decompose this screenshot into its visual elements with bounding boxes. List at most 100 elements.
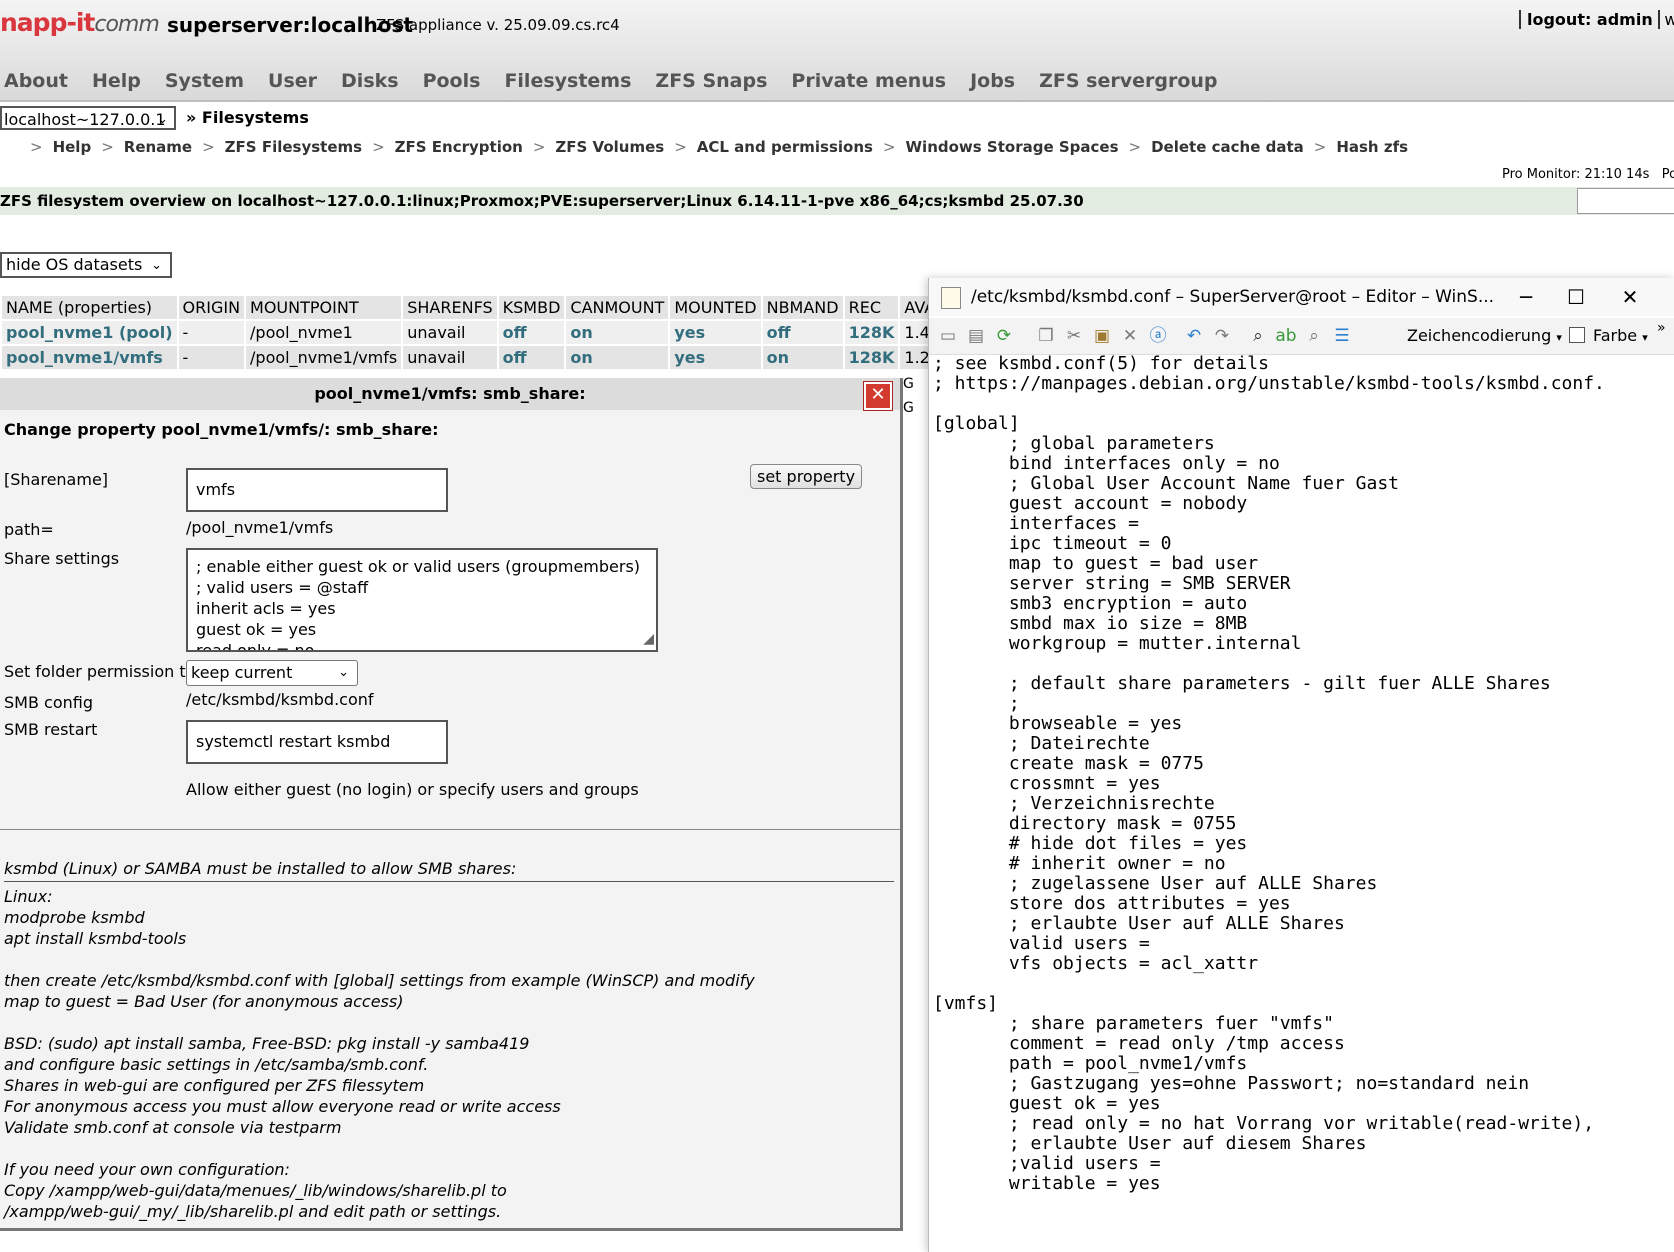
smb-restart-input[interactable]: systemctl restart ksmbd <box>186 720 448 764</box>
editor-line[interactable]: server string = SMB SERVER <box>933 574 1674 594</box>
encoding-dropdown[interactable]: Zeichencodierung ▾ <box>1407 326 1562 345</box>
menu-disks[interactable]: Disks <box>341 70 399 92</box>
col-canmount[interactable]: CANMOUNT <box>566 296 669 319</box>
table-cell-ksmbd[interactable]: off <box>498 321 565 344</box>
find-next-icon[interactable]: ⌕ <box>1303 326 1325 346</box>
editor-line[interactable]: store dos attributes = yes <box>933 894 1674 914</box>
editor-line[interactable]: ; Global User Account Name fuer Gast <box>933 474 1674 494</box>
editor-line[interactable]: browseable = yes <box>933 714 1674 734</box>
editor-line[interactable]: writable = yes <box>933 1174 1674 1194</box>
dialog-title[interactable]: pool_nvme1/vmfs: smb_share: <box>0 378 900 410</box>
submenu-zfs-filesystems[interactable]: ZFS Filesystems <box>225 138 362 156</box>
editor-line[interactable] <box>933 394 1674 414</box>
col-origin[interactable]: ORIGIN <box>178 296 245 319</box>
menu-filesystems[interactable]: Filesystems <box>504 70 631 92</box>
editor-line[interactable]: ipc timeout = 0 <box>933 534 1674 554</box>
editor-line[interactable]: ; read only = no hat Vorrang vor writabl… <box>933 1114 1674 1134</box>
table-cell-name[interactable]: pool_nvme1/vmfs <box>2 346 177 369</box>
menu-private-menus[interactable]: Private menus <box>791 70 946 92</box>
logout-link[interactable]: logout: admin wi <box>1519 10 1674 29</box>
menu-pools[interactable]: Pools <box>423 70 481 92</box>
editor-line[interactable]: smb3 encryption = auto <box>933 594 1674 614</box>
os-datasets-select[interactable]: hide OS datasets ⌄ <box>0 252 172 278</box>
sharename-input[interactable]: vmfs <box>186 468 448 512</box>
save-icon[interactable]: ▭ <box>937 326 959 346</box>
copy-icon[interactable]: ❐ <box>1035 326 1057 346</box>
col-name[interactable]: NAME (properties) <box>2 296 177 319</box>
select-all-icon[interactable]: ⓐ <box>1147 326 1169 346</box>
editor-line[interactable]: ; Verzeichnisrechte <box>933 794 1674 814</box>
editor-line[interactable]: path = pool_nvme1/vmfs <box>933 1054 1674 1074</box>
table-cell-mounted[interactable]: yes <box>670 321 761 344</box>
editor-line[interactable]: ; zugelassene User auf ALLE Shares <box>933 874 1674 894</box>
table-cell-rec[interactable]: 128K <box>844 321 899 344</box>
col-mountpoint[interactable]: MOUNTPOINT <box>246 296 402 319</box>
napp-it-logo[interactable]: napp-itcomm <box>0 8 160 37</box>
save-all-icon[interactable]: ▤ <box>965 326 987 346</box>
close-button[interactable]: ✕ <box>1605 278 1655 316</box>
editor-line[interactable]: # inherit owner = no <box>933 854 1674 874</box>
editor-line[interactable]: workgroup = mutter.internal <box>933 634 1674 654</box>
editor-line[interactable]: ;valid users = <box>933 1154 1674 1174</box>
submenu-help[interactable]: Help <box>53 138 92 156</box>
paste-icon[interactable]: ▣ <box>1091 326 1113 346</box>
editor-titlebar[interactable]: /etc/ksmbd/ksmbd.conf – SuperServer@root… <box>929 278 1674 316</box>
menu-system[interactable]: System <box>165 70 244 92</box>
editor-line[interactable]: ; Gastzugang yes=ohne Passwort; no=stand… <box>933 1074 1674 1094</box>
editor-line[interactable]: ; <box>933 694 1674 714</box>
logout-label[interactable]: logout: admin <box>1527 10 1653 29</box>
col-sharenfs[interactable]: SHARENFS <box>403 296 497 319</box>
undo-icon[interactable]: ↶ <box>1183 326 1205 346</box>
menu-user[interactable]: User <box>268 70 317 92</box>
color-toggle[interactable]: Farbe ▾ <box>1569 326 1648 345</box>
editor-line[interactable]: ; default share parameters - gilt fuer A… <box>933 674 1674 694</box>
menu-jobs[interactable]: Jobs <box>970 70 1015 92</box>
delete-icon[interactable]: ✕ <box>1119 326 1141 346</box>
editor-line[interactable]: [vmfs] <box>933 994 1674 1014</box>
share-settings-textarea[interactable]: ; enable either guest ok or valid users … <box>186 548 658 652</box>
host-select[interactable]: localhost~127.0.0.1 ⌄ <box>0 106 176 130</box>
editor-line[interactable]: ; Dateirechte <box>933 734 1674 754</box>
col-mounted[interactable]: MOUNTED <box>670 296 761 319</box>
set-property-button[interactable]: set property <box>750 464 863 489</box>
submenu-windows-storage-spaces[interactable]: Windows Storage Spaces <box>906 138 1119 156</box>
reload-icon[interactable]: ⟳ <box>993 326 1015 346</box>
folder-permission-select[interactable]: keep current ⌄ <box>186 660 358 686</box>
resize-handle-icon[interactable]: ◢ <box>643 629 654 650</box>
editor-line[interactable]: bind interfaces only = no <box>933 454 1674 474</box>
table-cell-nbmand[interactable]: on <box>762 346 843 369</box>
editor-line[interactable]: guest account = nobody <box>933 494 1674 514</box>
table-cell-mounted[interactable]: yes <box>670 346 761 369</box>
editor-text-area[interactable]: ; see ksmbd.conf(5) for details; https:/… <box>929 354 1674 1252</box>
editor-line[interactable]: guest ok = yes <box>933 1094 1674 1114</box>
redo-icon[interactable]: ↷ <box>1211 326 1233 346</box>
table-cell-rec[interactable]: 128K <box>844 346 899 369</box>
editor-line[interactable]: comment = read only /tmp access <box>933 1034 1674 1054</box>
editor-line[interactable]: ; see ksmbd.conf(5) for details <box>933 354 1674 374</box>
menu-help[interactable]: Help <box>92 70 141 92</box>
table-cell-canmount[interactable]: on <box>566 346 669 369</box>
cut-icon[interactable]: ✂ <box>1063 326 1085 346</box>
table-cell-name[interactable]: pool_nvme1 (pool) <box>2 321 177 344</box>
editor-line[interactable]: ; share parameters fuer "vmfs" <box>933 1014 1674 1034</box>
editor-line[interactable] <box>933 974 1674 994</box>
col-nbmand[interactable]: NBMAND <box>762 296 843 319</box>
close-icon[interactable]: ✕ <box>863 381 893 411</box>
editor-line[interactable]: ; erlaubte User auf ALLE Shares <box>933 914 1674 934</box>
submenu-delete-cache[interactable]: Delete cache data <box>1151 138 1304 156</box>
minimize-button[interactable]: ─ <box>1501 278 1551 316</box>
menu-zfs-servergroup[interactable]: ZFS servergroup <box>1039 70 1217 92</box>
editor-line[interactable]: valid users = <box>933 934 1674 954</box>
editor-line[interactable]: ; global parameters <box>933 434 1674 454</box>
editor-line[interactable]: directory mask = 0755 <box>933 814 1674 834</box>
toolbar-overflow-icon[interactable]: » <box>1657 320 1666 336</box>
editor-line[interactable]: interfaces = <box>933 514 1674 534</box>
menu-zfs-snaps[interactable]: ZFS Snaps <box>655 70 767 92</box>
editor-line[interactable]: crossmnt = yes <box>933 774 1674 794</box>
table-cell-canmount[interactable]: on <box>566 321 669 344</box>
editor-line[interactable]: smbd max io size = 8MB <box>933 614 1674 634</box>
col-rec[interactable]: REC <box>844 296 899 319</box>
maximize-button[interactable]: ☐ <box>1551 278 1601 316</box>
editor-line[interactable]: ; erlaubte User auf diesem Shares <box>933 1134 1674 1154</box>
goto-line-icon[interactable]: ☰ <box>1331 326 1353 346</box>
